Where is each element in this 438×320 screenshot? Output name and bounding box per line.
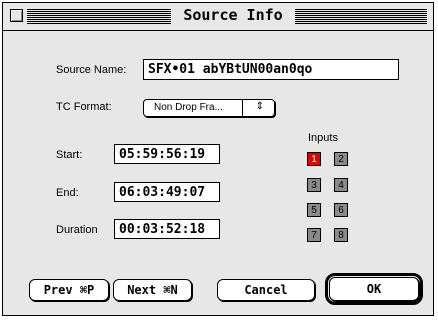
tc-format-popup[interactable]: Non Drop Fra... ⇕ bbox=[143, 99, 275, 117]
title-stripes-right bbox=[295, 9, 427, 24]
dialog-content: Source Name: SFX•01 abYBtUN00an0qo TC Fo… bbox=[3, 31, 433, 315]
input-button-1[interactable]: 1 bbox=[307, 152, 321, 166]
cancel-button[interactable]: Cancel bbox=[217, 279, 315, 301]
end-label: End: bbox=[56, 187, 79, 199]
input-button-2[interactable]: 2 bbox=[334, 152, 348, 166]
window-title: Source Info bbox=[171, 6, 295, 24]
inputs-header: Inputs bbox=[308, 132, 338, 144]
popup-arrows-icon: ⇕ bbox=[255, 101, 264, 112]
source-name-label: Source Name: bbox=[56, 64, 127, 76]
input-button-4[interactable]: 4 bbox=[334, 178, 348, 192]
prev-button[interactable]: Prev ⌘P bbox=[29, 279, 109, 301]
end-timecode-field[interactable]: 06:03:49:07 bbox=[114, 182, 220, 202]
duration-timecode-field[interactable]: 00:03:52:18 bbox=[114, 219, 220, 239]
start-label: Start: bbox=[56, 149, 83, 161]
source-info-dialog: Source Info Source Name: SFX•01 abYBtUN0… bbox=[2, 2, 434, 316]
popup-divider bbox=[242, 100, 243, 116]
title-bar[interactable]: Source Info bbox=[3, 3, 433, 31]
input-button-6[interactable]: 6 bbox=[334, 203, 348, 217]
ok-button[interactable]: OK bbox=[329, 277, 419, 301]
input-button-5[interactable]: 5 bbox=[307, 203, 321, 217]
source-name-field[interactable]: SFX•01 abYBtUN00an0qo bbox=[143, 59, 399, 80]
title-stripes-left bbox=[27, 9, 171, 24]
input-button-8[interactable]: 8 bbox=[334, 228, 348, 242]
input-button-7[interactable]: 7 bbox=[307, 228, 321, 242]
close-box-icon[interactable] bbox=[10, 9, 23, 22]
next-button[interactable]: Next ⌘N bbox=[113, 279, 192, 301]
duration-label: Duration bbox=[56, 224, 98, 236]
start-timecode-field[interactable]: 05:59:56:19 bbox=[114, 144, 220, 164]
input-button-3[interactable]: 3 bbox=[307, 178, 321, 192]
tc-format-label: TC Format: bbox=[56, 101, 112, 113]
tc-format-selected: Non Drop Fra... bbox=[154, 102, 223, 113]
